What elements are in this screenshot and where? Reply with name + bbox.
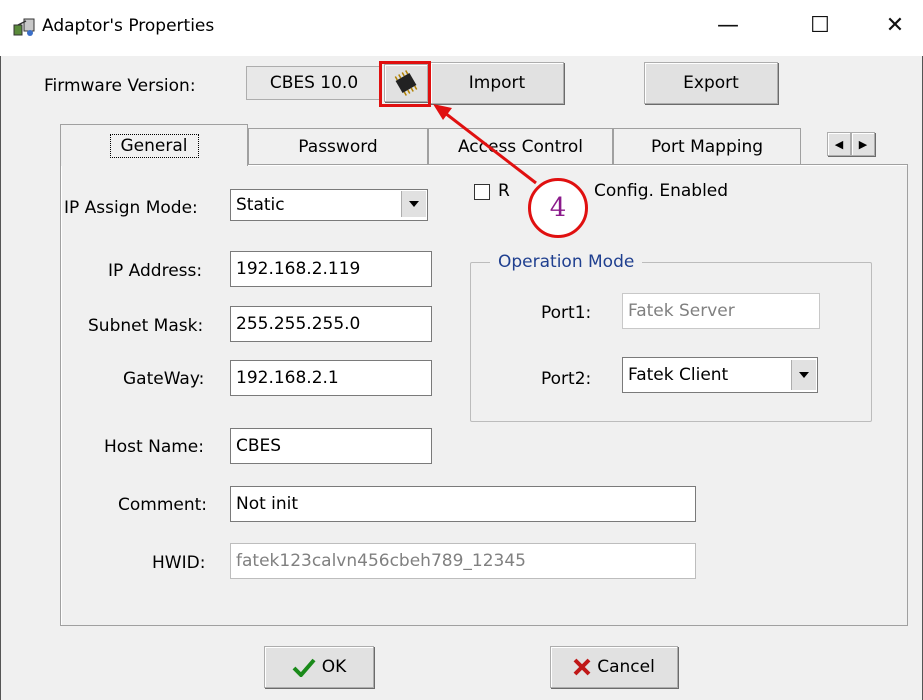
export-button[interactable]: Export xyxy=(644,62,778,104)
chevron-down-icon[interactable] xyxy=(401,191,426,217)
hwid-label: HWID: xyxy=(152,553,206,573)
tab-access-control-label: Access Control xyxy=(457,136,584,157)
ip-assign-mode-select[interactable]: Static xyxy=(230,189,428,221)
ip-address-value: 192.168.2.119 xyxy=(236,259,361,279)
host-name-input[interactable]: CBES xyxy=(230,428,432,464)
cancel-label: Cancel xyxy=(597,656,655,677)
operation-mode-title: Operation Mode xyxy=(490,252,643,272)
host-name-value: CBES xyxy=(236,436,282,456)
chevron-down-icon[interactable] xyxy=(791,360,816,390)
tab-password[interactable]: Password xyxy=(248,128,428,164)
tab-scroll-right-button[interactable]: ▶ xyxy=(851,132,875,156)
import-button[interactable]: Import xyxy=(430,62,564,104)
window-title: Adaptor's Properties xyxy=(42,16,215,36)
tab-port-mapping[interactable]: Port Mapping xyxy=(613,128,801,164)
remote-config-label-end: Config. Enabled xyxy=(594,181,729,201)
port2-value: Fatek Client xyxy=(628,365,729,385)
x-icon xyxy=(573,658,591,676)
comment-value: Not init xyxy=(236,494,299,514)
port2-label: Port2: xyxy=(541,369,592,389)
hwid-value: fatek123calvn456cbeh789_12345 xyxy=(236,551,526,571)
gateway-value: 192.168.2.1 xyxy=(236,368,339,388)
subnet-mask-value: 255.255.255.0 xyxy=(236,314,361,334)
cancel-button[interactable]: Cancel xyxy=(550,646,678,688)
port1-label: Port1: xyxy=(541,303,592,323)
subnet-mask-label: Subnet Mask: xyxy=(88,316,204,336)
maximize-button[interactable]: ☐ xyxy=(797,6,843,46)
port1-value: Fatek Server xyxy=(628,301,735,321)
tab-general-label: General xyxy=(109,133,199,158)
port2-select[interactable]: Fatek Client xyxy=(622,357,818,393)
firmware-version-label: Firmware Version: xyxy=(44,76,196,96)
ip-address-label: IP Address: xyxy=(108,261,203,281)
hwid-input: fatek123calvn456cbeh789_12345 xyxy=(230,543,696,579)
subnet-mask-input[interactable]: 255.255.255.0 xyxy=(230,306,432,342)
ip-assign-mode-value: Static xyxy=(236,195,285,215)
firmware-version-value: CBES 10.0 xyxy=(246,66,382,100)
operation-mode-group xyxy=(470,262,872,422)
comment-input[interactable]: Not init xyxy=(230,486,696,522)
ok-label: OK xyxy=(321,656,347,677)
ip-address-input[interactable]: 192.168.2.119 xyxy=(230,251,432,287)
tab-scroll-left-button[interactable]: ◀ xyxy=(827,132,851,156)
annotation-highlight-box xyxy=(379,61,431,107)
remote-config-label-start: R xyxy=(498,181,510,201)
annotation-step-number: 4 xyxy=(549,193,567,223)
firmware-version-text: CBES 10.0 xyxy=(269,73,359,93)
tab-general[interactable]: General xyxy=(60,124,248,166)
tab-access-control[interactable]: Access Control xyxy=(428,128,613,164)
gateway-label: GateWay: xyxy=(123,369,205,389)
host-name-label: Host Name: xyxy=(104,437,204,457)
comment-label: Comment: xyxy=(118,495,208,515)
gateway-input[interactable]: 192.168.2.1 xyxy=(230,360,432,396)
network-adapter-icon xyxy=(12,15,36,39)
minimize-button[interactable]: — xyxy=(705,6,751,46)
ip-assign-mode-label: IP Assign Mode: xyxy=(64,198,198,218)
annotation-step-circle: 4 xyxy=(528,178,588,238)
ok-button[interactable]: OK xyxy=(264,646,374,688)
checkmark-icon xyxy=(292,658,316,677)
tab-port-mapping-label: Port Mapping xyxy=(650,136,764,157)
port1-field: Fatek Server xyxy=(622,293,820,329)
close-button[interactable]: ✕ xyxy=(872,6,918,46)
remote-config-checkbox[interactable] xyxy=(474,184,490,200)
tab-password-label: Password xyxy=(298,136,378,157)
